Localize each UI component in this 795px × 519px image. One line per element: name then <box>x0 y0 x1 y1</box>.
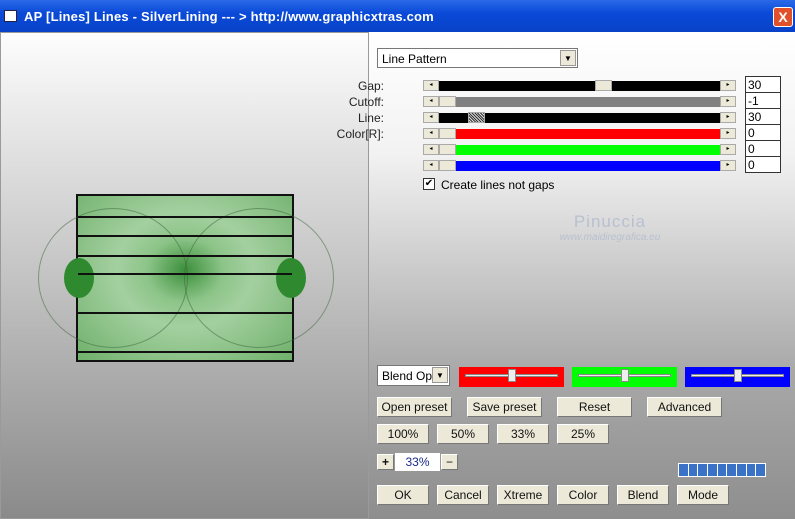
slider-thumb[interactable] <box>439 128 456 139</box>
slider-track[interactable] <box>439 145 720 155</box>
cancel-button[interactable]: Cancel <box>437 485 489 505</box>
progress-bar <box>677 462 767 478</box>
ok-button[interactable]: OK <box>377 485 429 505</box>
progress-segment <box>708 464 717 476</box>
xtreme-button[interactable]: Xtreme <box>497 485 549 505</box>
advanced-button[interactable]: Advanced <box>647 397 722 417</box>
blend-slider[interactable] <box>459 367 564 387</box>
arrow-left-icon[interactable]: ◂ <box>423 112 439 123</box>
blend-slider[interactable] <box>572 367 677 387</box>
slider-thumb[interactable] <box>439 160 456 171</box>
color-button[interactable]: Color <box>557 485 609 505</box>
reset-button[interactable]: Reset <box>557 397 632 417</box>
slider[interactable]: ◂ ▸ <box>423 96 736 107</box>
mode-button[interactable]: Mode <box>677 485 729 505</box>
arrow-left-icon[interactable]: ◂ <box>423 96 439 107</box>
slider-thumb[interactable] <box>439 144 456 155</box>
arrow-right-icon[interactable]: ▸ <box>720 144 736 155</box>
arrow-right-icon[interactable]: ▸ <box>720 80 736 91</box>
slider-label: Line: <box>357 111 384 125</box>
slider-thumb[interactable] <box>439 96 456 107</box>
slider[interactable]: ◂ ▸ <box>423 112 736 123</box>
slider-thumb[interactable] <box>468 112 486 123</box>
create-lines-label: Create lines not gaps <box>441 178 555 192</box>
blend-select-value: Blend Optio <box>382 369 434 383</box>
progress-segment <box>679 464 688 476</box>
close-button[interactable]: X <box>773 7 793 27</box>
watermark-url: www.maidiregrafica.eu <box>559 232 661 243</box>
zoom-out-button[interactable]: − <box>441 454 458 470</box>
slider[interactable]: ◂ ▸ <box>423 144 736 155</box>
filter-select-value: Line Pattern <box>382 52 447 66</box>
progress-segment <box>727 464 737 476</box>
progress-segment <box>698 464 708 476</box>
slider[interactable]: ◂ ▸ <box>423 160 736 171</box>
slider-label: Color[R]: <box>336 127 384 141</box>
preview-image <box>38 194 334 362</box>
50--button[interactable]: 50% <box>437 424 489 444</box>
slider-value[interactable]: -1 <box>745 92 781 109</box>
zoom-value: 33% <box>395 453 440 471</box>
window-title: AP [Lines] Lines - SilverLining --- > ht… <box>24 9 434 24</box>
blend-slider[interactable] <box>685 367 790 387</box>
filter-select[interactable]: Line Pattern ▼ <box>377 48 578 68</box>
slider-label: Gap: <box>357 79 384 93</box>
progress-segment <box>756 464 766 476</box>
blend-button[interactable]: Blend <box>617 485 669 505</box>
slider-track[interactable] <box>439 161 720 171</box>
slider-value[interactable]: 0 <box>745 140 781 157</box>
slider-label: Cutoff: <box>348 95 384 109</box>
blend-select[interactable]: Blend Optio▼ <box>377 365 450 386</box>
arrow-right-icon[interactable]: ▸ <box>720 160 736 171</box>
slider-thumb[interactable] <box>620 369 629 382</box>
arrow-right-icon[interactable]: ▸ <box>720 112 736 123</box>
window-icon <box>4 10 17 22</box>
slider-track[interactable] <box>439 81 720 91</box>
watermark: Pinuccia www.maidiregrafica.eu <box>540 212 680 243</box>
25--button[interactable]: 25% <box>557 424 609 444</box>
zoom-in-button[interactable]: + <box>377 454 394 470</box>
progress-segment <box>688 464 698 476</box>
100--button[interactable]: 100% <box>377 424 429 444</box>
watermark-name: Pinuccia <box>573 212 647 231</box>
arrow-right-icon[interactable]: ▸ <box>720 96 736 107</box>
chevron-down-icon[interactable]: ▼ <box>432 367 448 383</box>
slider-value[interactable]: 0 <box>745 156 781 173</box>
33--button[interactable]: 33% <box>497 424 549 444</box>
progress-segment <box>746 464 756 476</box>
slider-value[interactable]: 0 <box>745 124 781 141</box>
slider-thumb[interactable] <box>507 369 516 382</box>
slider-track[interactable] <box>439 97 720 107</box>
save-preset-button[interactable]: Save preset <box>467 397 542 417</box>
arrow-left-icon[interactable]: ◂ <box>423 80 439 91</box>
arrow-left-icon[interactable]: ◂ <box>423 160 439 171</box>
slider-value[interactable]: 30 <box>745 108 781 125</box>
arrow-left-icon[interactable]: ◂ <box>423 144 439 155</box>
slider-thumb[interactable] <box>733 369 742 382</box>
slider-thumb[interactable] <box>594 80 612 91</box>
chevron-down-icon[interactable]: ▼ <box>560 50 576 66</box>
slider-track[interactable] <box>439 129 720 139</box>
slider-value[interactable]: 30 <box>745 76 781 93</box>
progress-segment <box>737 464 746 476</box>
slider[interactable]: ◂ ▸ <box>423 80 736 91</box>
arrow-right-icon[interactable]: ▸ <box>720 128 736 139</box>
progress-segment <box>717 464 727 476</box>
open-preset-button[interactable]: Open preset <box>377 397 452 417</box>
slider[interactable]: ◂ ▸ <box>423 128 736 139</box>
create-lines-checkbox[interactable]: ✔ <box>423 178 435 190</box>
arrow-left-icon[interactable]: ◂ <box>423 128 439 139</box>
title-bar: AP [Lines] Lines - SilverLining --- > ht… <box>0 0 795 32</box>
